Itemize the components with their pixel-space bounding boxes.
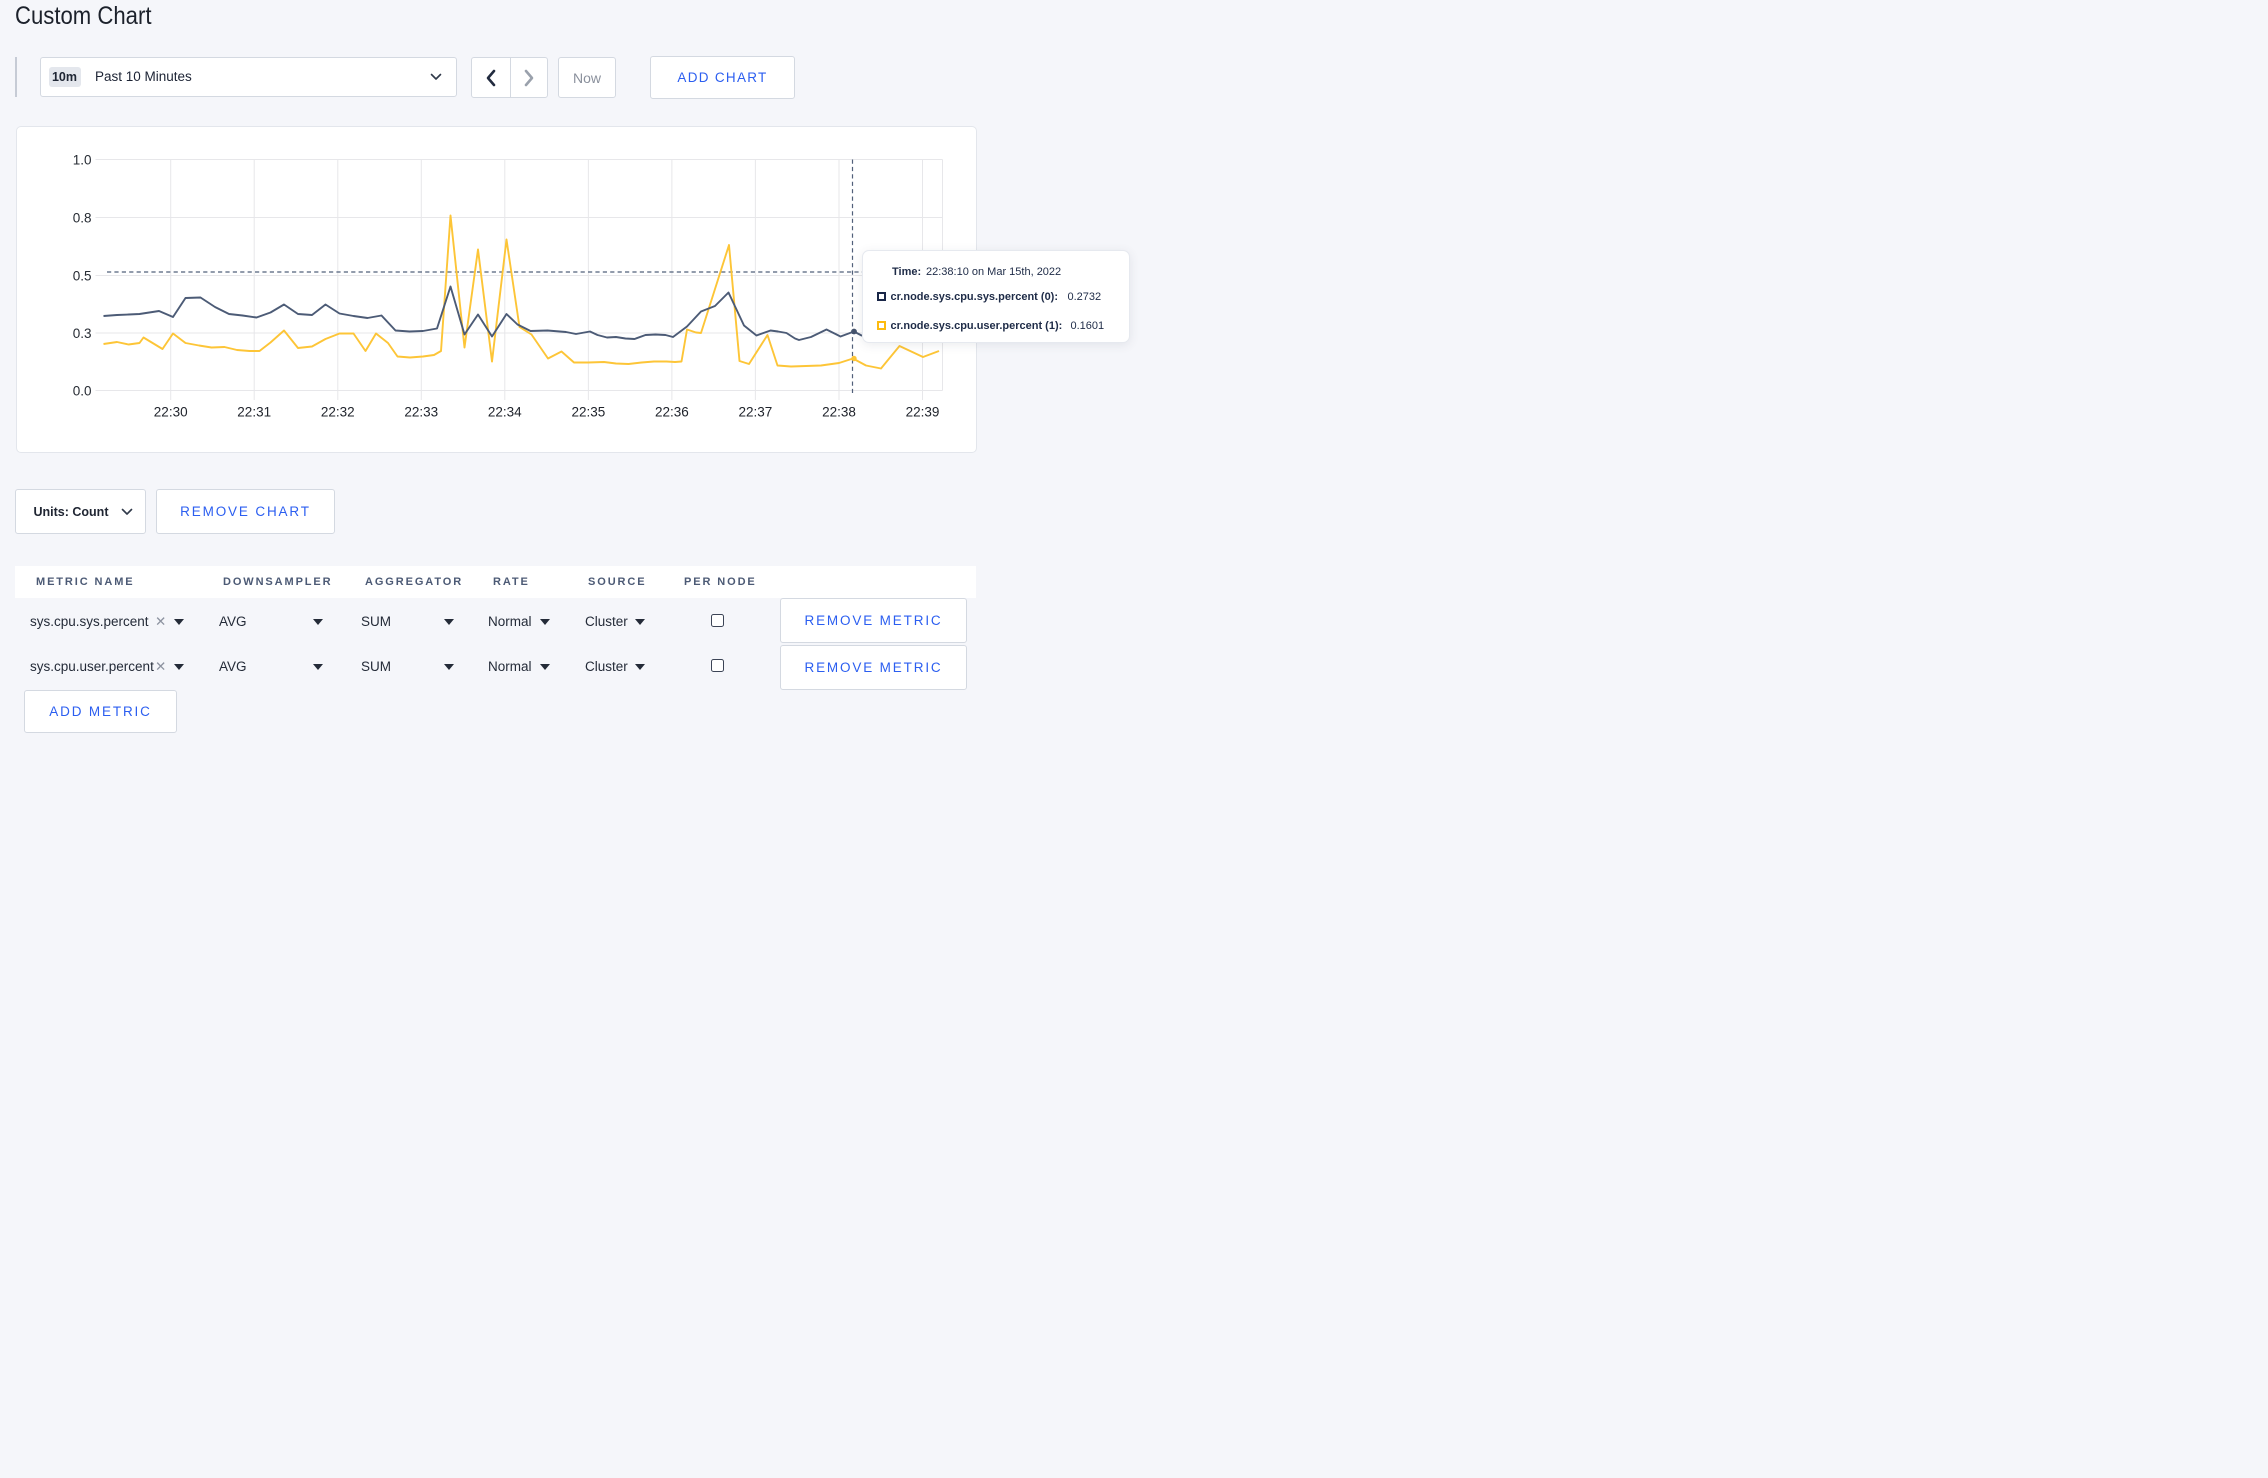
svg-text:0.8: 0.8 bbox=[73, 211, 92, 226]
svg-text:1.0: 1.0 bbox=[73, 153, 92, 168]
svg-text:22:33: 22:33 bbox=[404, 405, 438, 420]
svg-text:22:34: 22:34 bbox=[488, 405, 522, 420]
svg-text:22:38: 22:38 bbox=[822, 405, 856, 420]
svg-text:0.5: 0.5 bbox=[73, 269, 92, 284]
svg-text:0.3: 0.3 bbox=[73, 326, 92, 341]
svg-text:22:37: 22:37 bbox=[739, 405, 773, 420]
svg-text:22:31: 22:31 bbox=[237, 405, 271, 420]
svg-text:22:35: 22:35 bbox=[572, 405, 606, 420]
svg-text:22:36: 22:36 bbox=[655, 405, 689, 420]
svg-text:22:32: 22:32 bbox=[321, 405, 355, 420]
svg-text:0.0: 0.0 bbox=[73, 384, 92, 399]
svg-text:22:30: 22:30 bbox=[154, 405, 188, 420]
svg-text:22:39: 22:39 bbox=[906, 405, 940, 420]
